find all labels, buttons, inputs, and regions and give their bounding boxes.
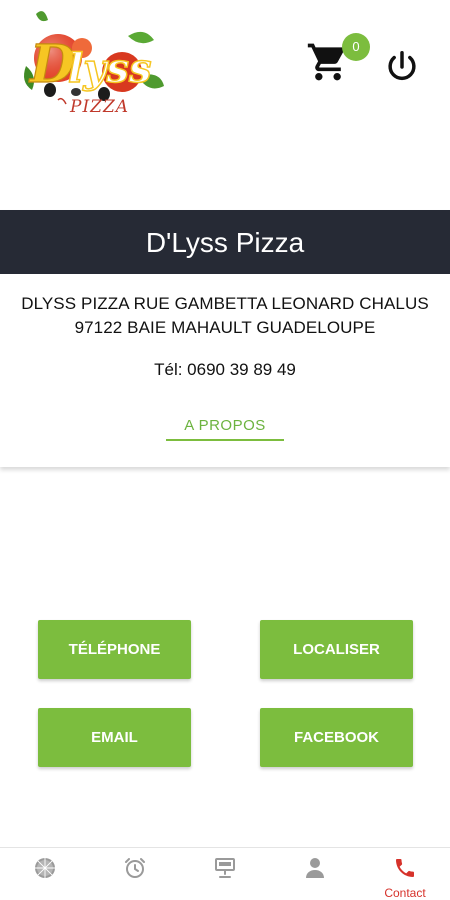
nav-item-orders[interactable] [180, 848, 270, 900]
svg-text:lyss: lyss [68, 45, 151, 92]
cart-count-badge: 0 [342, 33, 370, 61]
pizza-icon [35, 858, 55, 878]
store-info-card: D'Lyss Pizza DLYSS PIZZA RUE GAMBETTA LE… [0, 210, 450, 467]
store-phone: Tél: 0690 39 89 49 [154, 360, 296, 379]
phone-icon [396, 859, 414, 877]
telephone-button[interactable]: TÉLÉPHONE [38, 620, 191, 679]
power-icon [388, 51, 416, 81]
localiser-button[interactable]: LOCALISER [260, 620, 413, 679]
dlyss-pizza-logo[interactable]: D lyss PIZZA [18, 6, 168, 118]
address-line-1: DLYSS PIZZA RUE GAMBETTA LEONARD CHALUS [21, 294, 429, 313]
store-name-banner: D'Lyss Pizza [0, 210, 450, 274]
svg-text:PIZZA: PIZZA [69, 97, 129, 117]
alarm-clock-icon [125, 858, 145, 878]
logout-button[interactable] [383, 48, 421, 86]
nav-item-menu[interactable] [0, 848, 90, 900]
address-line-2: 97122 BAIE MAHAULT GUADELOUPE [74, 318, 376, 337]
app-header: D lyss PIZZA 0 [0, 0, 450, 130]
user-icon [306, 858, 324, 878]
nav-item-hours[interactable] [90, 848, 180, 900]
store-address: DLYSS PIZZA RUE GAMBETTA LEONARD CHALUS … [0, 292, 450, 340]
facebook-button[interactable]: FACEBOOK [260, 708, 413, 767]
nav-item-contact[interactable]: Contact [360, 848, 450, 900]
email-button[interactable]: EMAIL [38, 708, 191, 767]
about-link[interactable]: A PROPOS [166, 417, 284, 441]
bottom-nav: Contact [0, 847, 450, 900]
nav-label-contact: Contact [384, 886, 426, 900]
cash-register-icon [215, 858, 235, 878]
app-screen: D lyss PIZZA 0 D'Lyss Pizza DLYSS PIZZA … [0, 0, 450, 900]
nav-item-account[interactable] [270, 848, 360, 900]
